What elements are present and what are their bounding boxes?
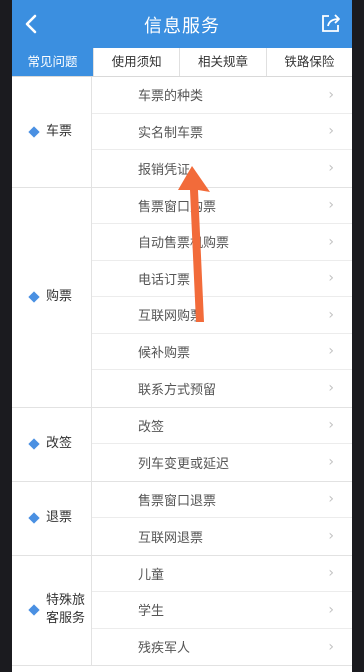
chevron-right-icon: ›	[328, 160, 334, 177]
category-purchase: 购票	[12, 187, 92, 407]
list-item[interactable]: 实名制车票 ›	[92, 114, 352, 150]
list-item[interactable]: 售票窗口购票 ›	[92, 188, 352, 224]
chevron-right-icon: ›	[328, 306, 334, 323]
category-special: 特殊旅客服务	[12, 555, 92, 665]
diamond-icon	[28, 438, 40, 450]
list-item[interactable]: 电话订票 ›	[92, 261, 352, 297]
item-label: 学生	[138, 604, 165, 620]
diamond-icon	[28, 604, 40, 616]
diamond-icon	[28, 126, 40, 138]
chevron-right-icon: ›	[328, 233, 334, 250]
item-label: 实名制车票	[138, 125, 204, 141]
category-label: 退票	[46, 510, 73, 525]
list-item[interactable]: 报销凭证 ›	[92, 150, 352, 187]
group-change: 改签 改签 › 列车变更或延迟 ›	[12, 407, 352, 482]
item-label: 互联网退票	[138, 530, 204, 546]
item-label: 售票窗口购票	[138, 199, 217, 215]
category-refund: 退票	[12, 481, 92, 555]
category-label: 改签	[46, 436, 73, 451]
item-label: 列车变更或延迟	[138, 456, 230, 472]
tab-faq[interactable]: 常见问题	[12, 48, 93, 76]
item-label: 候补购票	[138, 345, 191, 361]
share-icon[interactable]	[320, 12, 342, 34]
group-purchase: 购票 售票窗口购票 › 自动售票机购票 › 电话订票 › 互联网购票 › 候补购票 › 联…	[12, 187, 352, 408]
item-label: 售票窗口退票	[138, 493, 217, 509]
group-special: 特殊旅客服务 儿童 › 学生 › 残疾军人 ›	[12, 555, 352, 666]
category-label: 车票	[46, 123, 73, 139]
item-label: 残疾军人	[138, 641, 191, 657]
faq-list: 车票 车票的种类 › 实名制车票 › 报销凭证 › 购票 售票窗口购票 › 自动售票机购…	[12, 77, 352, 666]
diamond-icon	[28, 291, 40, 303]
chevron-right-icon: ›	[328, 491, 334, 508]
item-label: 互联网购票	[138, 309, 204, 325]
top-bar: 信息服务	[12, 0, 352, 48]
item-label: 儿童	[138, 567, 165, 583]
chevron-right-icon: ›	[328, 123, 334, 140]
item-label: 电话订票	[138, 272, 191, 288]
page-title: 信息服务	[144, 16, 220, 37]
category-label: 购票	[46, 289, 73, 304]
list-item[interactable]: 列车变更或延迟 ›	[92, 444, 352, 481]
list-item[interactable]: 车票的种类 ›	[92, 77, 352, 114]
list-item[interactable]: 互联网退票 ›	[92, 518, 352, 555]
item-label: 联系方式预留	[138, 382, 217, 398]
chevron-right-icon: ›	[328, 565, 334, 582]
tab-usage-notes[interactable]: 使用须知	[93, 48, 179, 76]
diamond-icon	[28, 512, 40, 524]
chevron-right-icon: ›	[328, 454, 334, 471]
chevron-right-icon: ›	[328, 86, 334, 103]
chevron-right-icon: ›	[328, 417, 334, 434]
category-label: 特殊旅客服务	[46, 593, 86, 627]
chevron-right-icon: ›	[328, 197, 334, 214]
tab-regulations[interactable]: 相关规章	[179, 48, 265, 76]
tab-bar: 常见问题 使用须知 相关规章 铁路保险	[12, 48, 352, 77]
list-item[interactable]: 互联网购票 ›	[92, 297, 352, 334]
list-item[interactable]: 售票窗口退票 ›	[92, 482, 352, 518]
chevron-right-icon: ›	[328, 601, 334, 618]
category-change: 改签	[12, 407, 92, 481]
chevron-right-icon: ›	[328, 270, 334, 287]
chevron-right-icon: ›	[328, 343, 334, 360]
group-refund: 退票 售票窗口退票 › 互联网退票 ›	[12, 481, 352, 556]
list-item[interactable]: 联系方式预留 ›	[92, 370, 352, 407]
list-item[interactable]: 学生 ›	[92, 592, 352, 629]
chevron-right-icon: ›	[328, 380, 334, 397]
group-ticket: 车票 车票的种类 › 实名制车票 › 报销凭证 ›	[12, 77, 352, 188]
item-label: 自动售票机购票	[138, 236, 230, 252]
chevron-right-icon: ›	[328, 638, 334, 655]
item-label: 车票的种类	[138, 89, 204, 105]
list-item[interactable]: 自动售票机购票 ›	[92, 224, 352, 261]
category-ticket: 车票	[12, 77, 92, 187]
list-item[interactable]: 残疾军人 ›	[92, 629, 352, 666]
list-item[interactable]: 候补购票 ›	[92, 334, 352, 370]
item-label: 改签	[138, 419, 165, 435]
list-item[interactable]: 改签 ›	[92, 408, 352, 444]
item-label: 报销凭证	[138, 162, 191, 178]
tab-insurance[interactable]: 铁路保险	[265, 48, 352, 76]
app-screen: 信息服务 常见问题 使用须知 相关规章 铁路保险 车票 车票的种类 › 实名制车票…	[12, 0, 352, 672]
chevron-right-icon: ›	[328, 528, 334, 545]
list-item[interactable]: 儿童 ›	[92, 556, 352, 592]
